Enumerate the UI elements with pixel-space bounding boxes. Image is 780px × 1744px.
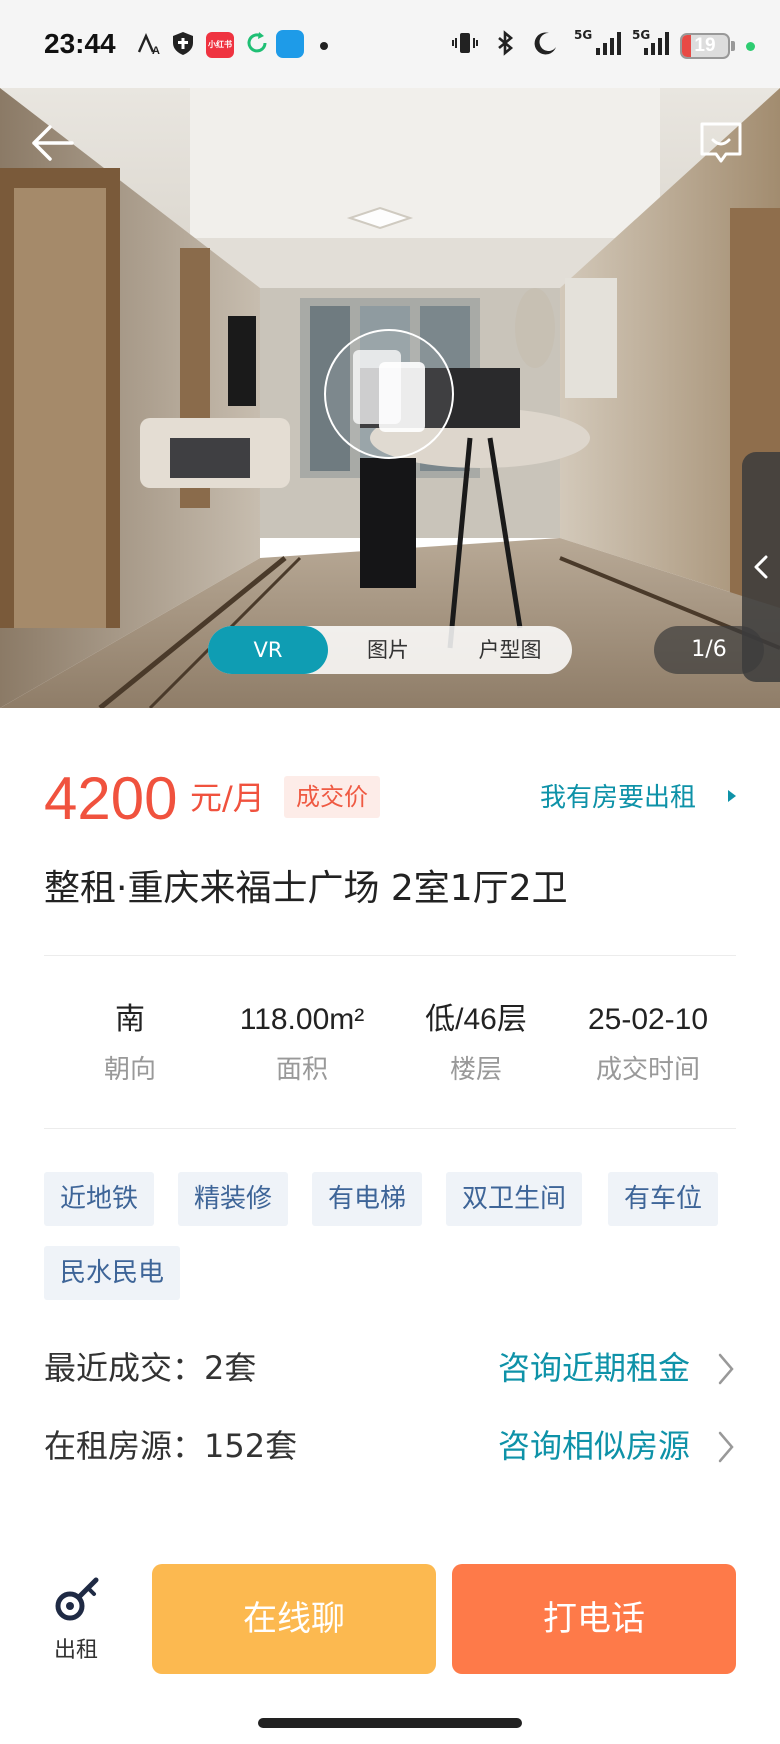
feature-tag: 民水民电: [44, 1246, 181, 1300]
stat-label: 朝向: [103, 1055, 156, 1085]
divider: [44, 1128, 736, 1129]
vibrate-icon: [452, 33, 478, 53]
battery-text: 19: [694, 35, 716, 56]
listing-title: 整租·重庆来福士广场 2室1厅2卫: [44, 868, 568, 909]
key-icon[interactable]: [52, 1574, 104, 1626]
ask-similar-listings-link[interactable]: 咨询相似房源: [498, 1424, 690, 1468]
feature-tag: 有车位: [608, 1172, 719, 1226]
feature-tag: 双卫生间: [446, 1172, 583, 1226]
feature-tag: 有电梯: [312, 1172, 423, 1226]
tab-photos[interactable]: 图片: [328, 626, 448, 674]
stat-value: 南: [115, 1003, 145, 1036]
price-value: 4200: [44, 765, 178, 832]
price-type-badge: 成交价: [284, 776, 380, 818]
svg-text:A: A: [152, 45, 160, 56]
tab-floor-plan[interactable]: 户型图: [448, 626, 572, 674]
network-label-1: 5G: [574, 28, 593, 42]
blue-app-icon: [276, 30, 304, 58]
bluetooth-icon: [498, 30, 514, 56]
ask-recent-rent-link[interactable]: 咨询近期租金: [498, 1346, 690, 1390]
vr-photo-viewer[interactable]: VR 图片 户型图 1/6: [0, 88, 780, 708]
shield-icon: [173, 32, 193, 55]
font-a-icon: A: [137, 33, 160, 56]
stat-label: 面积: [275, 1055, 328, 1085]
home-indicator[interactable]: [258, 1718, 522, 1728]
vr-play-icon[interactable]: [323, 328, 455, 460]
stat-orientation: 南 朝向: [44, 1000, 216, 1088]
signal-icon: [596, 32, 621, 55]
stat-deal-date: 25-02-10 成交时间: [562, 1000, 734, 1088]
sync-icon: [247, 32, 267, 53]
dot-icon: [320, 42, 328, 50]
battery-cap: [731, 41, 735, 51]
chevron-left-icon: [754, 555, 768, 579]
list-my-property-link[interactable]: 我有房要出租: [540, 780, 696, 816]
rent-out-label[interactable]: 出租: [44, 1632, 108, 1664]
price-unit: 元/月: [190, 779, 265, 817]
side-panel-handle[interactable]: [742, 452, 780, 682]
battery-icon: 19: [680, 33, 730, 59]
message-icon[interactable]: [696, 118, 746, 168]
feature-tag: 精装修: [178, 1172, 289, 1226]
stat-value: 25-02-10: [587, 1003, 709, 1036]
chevron-right-icon: [718, 1353, 734, 1385]
red-app-icon: 小红书: [206, 32, 234, 58]
stat-label: 成交时间: [595, 1055, 700, 1085]
tab-vr[interactable]: VR: [208, 626, 328, 674]
online-chat-button[interactable]: 在线聊: [152, 1564, 436, 1674]
status-bar: 23:44 A 小红书 5G 5G 19: [0, 0, 780, 88]
feature-tag: 近地铁: [44, 1172, 155, 1226]
back-arrow-icon[interactable]: [28, 118, 78, 168]
triangle-right-icon: [728, 790, 736, 802]
chevron-right-icon: [718, 1431, 734, 1463]
media-tabs: VR 图片 户型图: [208, 626, 572, 674]
privacy-indicator-dot: [746, 42, 755, 51]
stat-floor: 低/46层 楼层: [390, 1000, 562, 1088]
status-time: 23:44: [44, 28, 116, 59]
signal-icon: [644, 32, 669, 55]
stat-value: 118.00m²: [239, 1003, 365, 1036]
divider: [44, 955, 736, 956]
active-listings-label: 在租房源：152套: [44, 1427, 298, 1465]
moon-icon: [534, 32, 556, 55]
stat-value: 低/46层: [425, 1003, 527, 1036]
stat-label: 楼层: [449, 1055, 502, 1085]
call-button[interactable]: 打电话: [452, 1564, 736, 1674]
stat-area: 118.00m² 面积: [216, 1000, 388, 1088]
recent-deals-label: 最近成交：2套: [44, 1349, 257, 1387]
